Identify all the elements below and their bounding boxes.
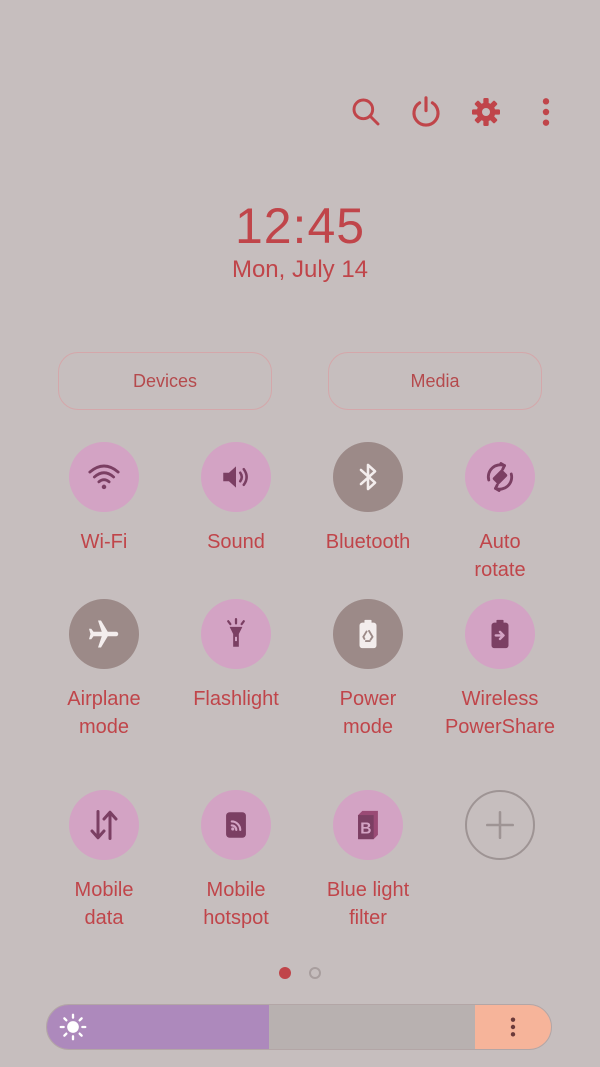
- wireless-powershare-icon: [491, 619, 509, 649]
- tile-label: Flashlight: [193, 688, 279, 710]
- page-dot-active[interactable]: [279, 967, 291, 979]
- tile-wireless-powershare[interactable]: Wireless PowerShare: [434, 599, 566, 741]
- page-indicator: [0, 967, 600, 979]
- tile-label: Sound: [207, 531, 265, 553]
- search-icon: [352, 98, 380, 126]
- tile-power-mode[interactable]: Power mode: [302, 599, 434, 741]
- tile-label: Wi-Fi: [80, 531, 128, 553]
- media-button[interactable]: Media: [328, 352, 542, 410]
- clock-date: Mon, July 14: [231, 256, 369, 283]
- tile-label: Auto rotate: [474, 531, 526, 581]
- search-button[interactable]: [348, 92, 384, 132]
- blue-light-filter-icon: B: [358, 810, 378, 840]
- clock-time: 12:45: [234, 198, 366, 254]
- tile-circle: [201, 599, 271, 669]
- plus-icon: [485, 810, 515, 840]
- sun-icon: [59, 1013, 87, 1041]
- shortcut-pills: Devices Media: [58, 352, 542, 410]
- tile-mobile-data[interactable]: Mobile data: [38, 790, 170, 932]
- settings-button[interactable]: [468, 92, 504, 132]
- tile-blue-light-filter[interactable]: B Blue light filter: [302, 790, 434, 932]
- add-tile-button[interactable]: [434, 790, 566, 860]
- hotspot-icon: [226, 812, 246, 838]
- tile-circle: [69, 599, 139, 669]
- tile-circle: [465, 790, 535, 860]
- gear-icon: [472, 98, 500, 126]
- tile-auto-rotate[interactable]: Auto rotate: [434, 442, 566, 584]
- tile-circle: [69, 790, 139, 860]
- tile-label: Blue light filter: [326, 879, 410, 929]
- svg-text:B: B: [360, 821, 371, 838]
- tile-circle: [465, 442, 535, 512]
- clock-widget[interactable]: 12:45 Mon, July 14: [0, 198, 600, 284]
- top-action-bar: [348, 92, 564, 132]
- tile-wifi[interactable]: Wi-Fi: [38, 442, 170, 556]
- tile-circle: [69, 442, 139, 512]
- tile-bluetooth[interactable]: Bluetooth: [302, 442, 434, 556]
- devices-button[interactable]: Devices: [58, 352, 272, 410]
- brightness-slider[interactable]: [46, 1004, 552, 1050]
- speaker-icon: [223, 466, 248, 488]
- bluetooth-icon: [359, 463, 377, 491]
- airplane-icon: [89, 620, 119, 648]
- tile-circle: [333, 599, 403, 669]
- tile-label: Bluetooth: [325, 531, 411, 553]
- tile-label: Power mode: [339, 688, 397, 738]
- data-arrows-icon: [90, 810, 118, 840]
- tile-circle: [201, 442, 271, 512]
- battery-recycle-icon: [359, 619, 377, 649]
- page-dot-inactive[interactable]: [309, 967, 321, 979]
- tile-flashlight[interactable]: Flashlight: [170, 599, 302, 713]
- tile-airplane-mode[interactable]: Airplane mode: [38, 599, 170, 741]
- flashlight-icon: [227, 617, 245, 647]
- tile-label: Airplane mode: [67, 688, 141, 738]
- brightness-options-button[interactable]: [475, 1005, 551, 1049]
- more-options-button[interactable]: [528, 92, 564, 132]
- tile-label: Mobile hotspot: [203, 879, 269, 929]
- more-vert-icon: [510, 1017, 516, 1037]
- tile-label: Mobile data: [74, 879, 134, 929]
- tile-label: Wireless PowerShare: [444, 688, 556, 738]
- tile-circle: B: [333, 790, 403, 860]
- tile-circle: [333, 442, 403, 512]
- tile-mobile-hotspot[interactable]: Mobile hotspot: [170, 790, 302, 932]
- power-button[interactable]: [408, 92, 444, 132]
- wifi-icon: [88, 464, 120, 490]
- power-icon: [412, 96, 440, 127]
- tile-circle: [201, 790, 271, 860]
- tile-sound[interactable]: Sound: [170, 442, 302, 556]
- more-vert-icon: [542, 98, 550, 126]
- tile-circle: [465, 599, 535, 669]
- auto-rotate-icon: [486, 462, 514, 492]
